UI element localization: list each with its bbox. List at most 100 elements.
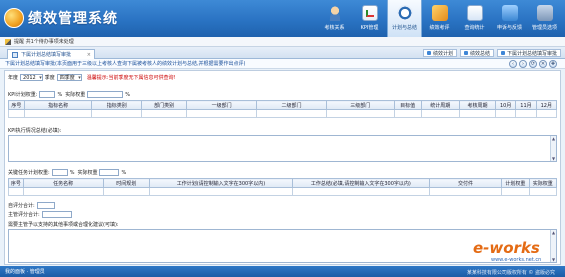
kpi-col-header: 序号 xyxy=(8,100,25,110)
watermark-url: www.e-works.net.cn xyxy=(491,257,541,263)
unit-label: % xyxy=(125,91,131,98)
task-actual-weight-field[interactable] xyxy=(99,169,120,176)
self-score-label: 自评分合计: xyxy=(8,203,35,209)
nav-label: 管理员选项 xyxy=(531,25,557,31)
nav-item-eval[interactable]: 绩效考评 xyxy=(422,0,457,37)
eworks-watermark: e-works www.e-works.net.cn xyxy=(473,239,541,263)
tab-bar: 下属计划总结填写审批 × 绩效计划 绩效总结 下属计划总结填写审批 xyxy=(0,47,565,59)
footer-user[interactable]: 我的面板 · 管理员 xyxy=(5,268,45,275)
task-weight-row: 关键任务计划权重: % 实际权重 % xyxy=(8,169,126,176)
nav-label: 绩效考评 xyxy=(429,25,450,31)
kpi-summary-label: KPI执行情况总结(必填): xyxy=(8,128,62,134)
page-description-text: 下属计划总结填写审批(本页面用于三级以上考核人查询下属被考核人的绩效计划与总结,… xyxy=(5,61,246,67)
nav-label: KPI管理 xyxy=(360,25,379,31)
nav-item-relation[interactable]: 考核关系 xyxy=(317,0,352,37)
year-select[interactable]: 2012 xyxy=(20,74,43,81)
self-score-row: 自评分合计: xyxy=(8,202,57,209)
task-col-header: 时间规划 xyxy=(102,178,150,188)
kpi-weight-row: KPI计划权重: % 实际权重 % xyxy=(8,91,130,98)
status-bar: 我的面板 · 管理员 某某科技有限公司版权所有 © 盗版必究 xyxy=(0,266,565,277)
close-icon[interactable]: × xyxy=(87,52,91,58)
stop-icon[interactable]: ✕ xyxy=(539,60,547,68)
performance-summary-link[interactable]: 绩效总结 xyxy=(459,49,494,57)
kpi-table: 序号 指标名称 指标类别 部门类别 一级部门 二级部门 三级部门 目标值 统计周… xyxy=(8,100,558,118)
kpi-summary-label-row: KPI执行情况总结(必填): xyxy=(8,127,61,134)
manager-score-field[interactable] xyxy=(41,211,72,218)
kpi-col-header: 指标类别 xyxy=(91,100,143,110)
kpi-col-header: 统计周期 xyxy=(420,100,460,110)
performance-plan-link[interactable]: 绩效计划 xyxy=(422,49,457,57)
task-plan-weight-label: 关键任务计划权重: xyxy=(8,170,50,176)
quarter-select[interactable]: 四季度 xyxy=(56,74,82,81)
kpi-col-header: 二级部门 xyxy=(256,100,327,110)
self-score-field[interactable] xyxy=(36,202,55,209)
add-icon[interactable]: ✚ xyxy=(549,60,557,68)
page-icon xyxy=(12,51,18,58)
suggestion-label-row: 需要主管予以支持的其他事项或合理化建议(可填): xyxy=(8,221,119,228)
page-description: 下属计划总结填写审批(本页面用于三级以上考核人查询下属被考核人的绩效计划与总结,… xyxy=(0,59,565,69)
table-row xyxy=(8,187,558,196)
kpi-actual-weight-field[interactable] xyxy=(87,91,124,98)
kpi-col-header: 12月 xyxy=(535,100,558,110)
task-table-header: 序号 任务名称 时间规划 工作计划(请控制输入文字在300字以内) 工作总结(必… xyxy=(8,178,558,188)
refresh-icon[interactable]: ⟳ xyxy=(529,60,537,68)
task-col-header: 计划权重 xyxy=(501,178,530,188)
kpi-col-header: 一级部门 xyxy=(186,100,258,110)
nav-label: 查询统计 xyxy=(464,25,485,31)
task-plan-weight-field[interactable] xyxy=(51,169,68,176)
task-col-header: 工作计划(请控制输入文字在300字以内) xyxy=(148,178,293,188)
manager-score-row: 主管评分合计: xyxy=(8,211,74,218)
notification-text[interactable]: 提醒 共1个待办事项未处理 xyxy=(14,38,74,45)
app-logo: 绩效管理系统 xyxy=(4,8,118,28)
tab-label: 下属计划总结填写审批 xyxy=(21,52,72,58)
nav-item-plan[interactable]: 计划与总结 xyxy=(387,0,422,37)
people-icon xyxy=(326,5,343,21)
unit-label: % xyxy=(69,169,75,176)
task-col-header: 实际权重 xyxy=(528,178,558,188)
kpi-plan-weight-field[interactable] xyxy=(39,91,56,98)
nav-label: 考核关系 xyxy=(324,25,345,31)
forward-icon[interactable]: › xyxy=(519,60,527,68)
plan-icon xyxy=(396,5,413,21)
kpi-col-header: 11月 xyxy=(515,100,537,110)
tab-subordinate-review[interactable]: 下属计划总结填写审批 × xyxy=(7,49,95,59)
table-row xyxy=(8,109,558,118)
unit-label: % xyxy=(57,91,63,98)
notification-bar: 提醒 共1个待办事项未处理 xyxy=(0,37,565,47)
page-nav-buttons: ‹ › ⟳ ✕ ✚ xyxy=(509,60,557,68)
back-icon[interactable]: ‹ xyxy=(509,60,517,68)
nav-item-kpi[interactable]: KPI管理 xyxy=(352,0,387,37)
query-icon xyxy=(466,5,483,21)
kpi-col-header: 指标名称 xyxy=(23,100,93,110)
app-title: 绩效管理系统 xyxy=(28,11,118,27)
task-col-header: 工作总结(必填,请控制输入文字在300字以内) xyxy=(291,178,430,188)
kpi-col-header: 10月 xyxy=(495,100,517,110)
copyright-text: 某某科技有限公司版权所有 © 盗版必究 xyxy=(466,270,555,276)
subordinate-review-link[interactable]: 下属计划总结填写审批 xyxy=(496,49,561,57)
nav-label: 计划与总结 xyxy=(391,25,417,31)
task-actual-weight-label: 实际权重 xyxy=(77,170,98,176)
hint-text: 温馨提示:当前季度无下属信息可供查询! xyxy=(86,75,176,81)
nav-item-query[interactable]: 查询统计 xyxy=(457,0,492,37)
nav-label: 申诉与反馈 xyxy=(496,25,522,31)
kpi-icon xyxy=(361,5,378,21)
app-header: 绩效管理系统 考核关系 KPI管理 计划与总结 绩效考评 查询统计 申诉与反馈 xyxy=(0,0,565,37)
kpi-col-header: 部门类别 xyxy=(141,100,188,110)
kpi-plan-weight-label: KPI计划权重: xyxy=(8,92,38,98)
kpi-summary-textarea[interactable] xyxy=(8,135,557,162)
nav-item-feedback[interactable]: 申诉与反馈 xyxy=(492,0,527,37)
pencil-icon xyxy=(5,38,11,45)
task-table: 序号 任务名称 时间规划 工作计划(请控制输入文字在300字以内) 工作总结(必… xyxy=(8,178,558,196)
year-label: 年度 xyxy=(8,75,19,81)
feedback-icon xyxy=(501,5,518,21)
nav-item-admin[interactable]: 管理员选项 xyxy=(527,0,562,37)
scrollbar[interactable] xyxy=(550,136,556,161)
unit-label: % xyxy=(121,169,127,176)
kpi-actual-weight-label: 实际权重 xyxy=(65,92,86,98)
task-col-header: 任务名称 xyxy=(22,178,104,188)
kpi-col-header: 目标值 xyxy=(393,100,422,110)
kpi-table-header: 序号 指标名称 指标类别 部门类别 一级部门 二级部门 三级部门 目标值 统计周… xyxy=(8,100,558,110)
watermark-logo: e-works xyxy=(473,239,540,257)
manager-score-label: 主管评分合计: xyxy=(8,212,40,218)
eval-icon xyxy=(431,5,448,21)
